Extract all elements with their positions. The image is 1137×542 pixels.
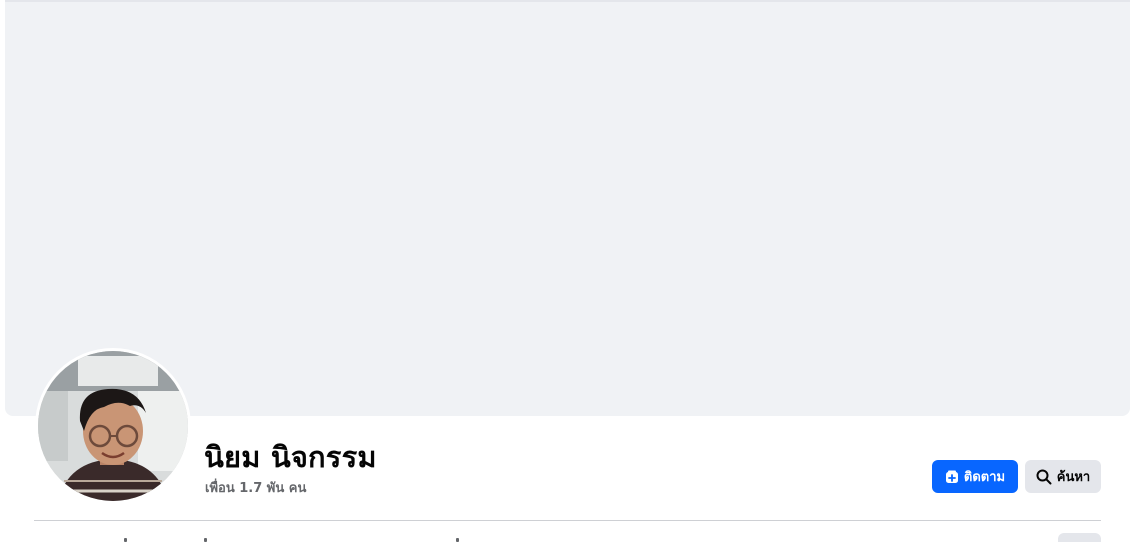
profile-page: นิยม นิจกรรม เพื่อน 1.7 พัน คน ติดตาม ค้… <box>0 0 1137 542</box>
more-options-button[interactable] <box>1058 533 1101 542</box>
follow-button[interactable]: ติดตาม <box>932 460 1018 493</box>
cover-photo[interactable] <box>5 0 1130 416</box>
follow-label: ติดตาม <box>963 470 1006 485</box>
follow-plus-icon <box>945 470 959 484</box>
profile-divider <box>34 520 1101 521</box>
search-icon <box>1036 469 1052 485</box>
tab-partial[interactable] <box>124 538 127 542</box>
friends-count[interactable]: เพื่อน 1.7 พัน คน <box>205 477 306 498</box>
avatar-photo <box>38 351 188 501</box>
tab-partial[interactable] <box>204 538 207 542</box>
profile-name: นิยม นิจกรรม <box>204 440 377 474</box>
tab-partial[interactable] <box>456 538 459 542</box>
avatar[interactable] <box>38 351 188 501</box>
search-label: ค้นหา <box>1056 470 1091 485</box>
search-button[interactable]: ค้นหา <box>1025 460 1101 493</box>
profile-picture[interactable] <box>35 348 191 504</box>
